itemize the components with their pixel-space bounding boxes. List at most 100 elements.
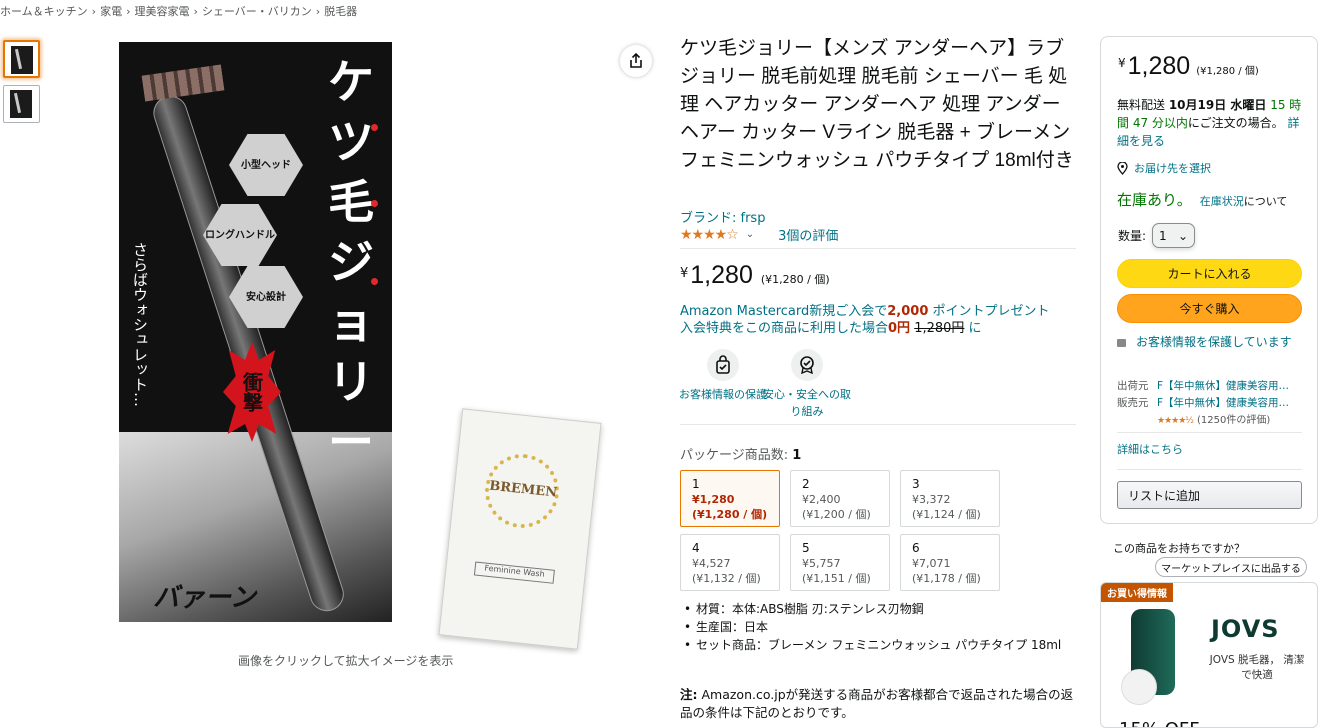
price-currency: ¥	[680, 266, 689, 281]
package-option[interactable]: 6 ¥7,071 (¥1,178 / 個)	[900, 534, 1000, 591]
chevron-down-icon[interactable]: ⌄	[746, 229, 754, 240]
feature-badge: 小型ヘッド	[229, 134, 303, 196]
product-image[interactable]: ケツ毛ジョリー 小型ヘッド ロングハンドル 安心設計 さらばウォシュレット… 衝…	[119, 42, 392, 622]
details-link[interactable]: 詳細はこちら	[1117, 441, 1183, 457]
return-note: 注: Amazon.co.jpが発送する商品がお客様都合で返品された場合の返品の…	[680, 686, 1080, 722]
feature-bullets: 材質：本体:ABS樹脂 刃:ステンレス刃物鋼 生産国：日本 セット商品：ブレーメ…	[682, 600, 1077, 654]
red-dot	[371, 124, 378, 131]
brand-link[interactable]: ブランド: frsp	[680, 207, 765, 226]
buybox-price: ¥ 1,280 (¥1,280 / 個)	[1118, 52, 1259, 81]
option-price: ¥5,757	[802, 557, 841, 570]
red-dot	[371, 200, 378, 207]
badge-check-icon	[791, 349, 823, 381]
option-count: 4	[692, 541, 700, 555]
breadcrumb-item[interactable]: シェーバー・バリカン	[202, 5, 312, 18]
ad-product-thumb	[1121, 669, 1157, 705]
package-option[interactable]: 3 ¥3,372 (¥1,124 / 個)	[900, 470, 1000, 527]
breadcrumb-separator: ›	[315, 5, 321, 18]
stock-link[interactable]: 在庫状況	[1200, 195, 1244, 208]
price-per-unit: (¥1,280 / 個)	[760, 273, 830, 286]
price-amount: 1,280	[690, 261, 753, 289]
breadcrumb-item[interactable]: 理美容家電	[134, 5, 189, 18]
rating-stars-icon[interactable]: ★★★★☆	[680, 227, 739, 243]
option-count: 5	[802, 541, 810, 555]
bullet-item: 生産国：日本	[682, 618, 1077, 636]
product-logo: バァーン	[153, 583, 256, 613]
promo-text: ポイントプレゼント	[928, 304, 1050, 319]
add-to-list-button[interactable]: リストに追加	[1117, 481, 1302, 509]
option-unit-price: (¥1,200 / 個)	[802, 508, 871, 521]
option-price: ¥4,527	[692, 557, 731, 570]
stock-suffix: について	[1243, 195, 1288, 208]
option-price: ¥3,372	[912, 493, 951, 506]
card-promo[interactable]: Amazon Mastercard新規ご入会で2,000 ポイントプレゼント 入…	[680, 303, 1050, 337]
package-option[interactable]: 5 ¥5,757 (¥1,151 / 個)	[790, 534, 890, 591]
secure-transaction[interactable]: お客様情報を保護しています	[1117, 333, 1297, 351]
quantity-label: 数量:	[1118, 229, 1147, 243]
breadcrumb-item[interactable]: 家電	[100, 5, 122, 18]
option-price: ¥2,400	[802, 493, 841, 506]
quantity-select[interactable]: 1 ⌄	[1152, 223, 1196, 248]
ad-discount: 15% OFF	[1119, 719, 1200, 727]
package-label-text: パッケージ商品数:	[680, 448, 793, 463]
option-count: 6	[912, 541, 920, 555]
seller-link[interactable]: F【年中無休】健康美容用…	[1157, 397, 1289, 409]
breadcrumb-item[interactable]: 脱毛器	[324, 5, 357, 18]
red-dot	[371, 278, 378, 285]
price: ¥ 1,280 (¥1,280 / 個)	[680, 261, 830, 290]
sachet-image[interactable]: BREMEN Feminine Wash	[438, 408, 602, 650]
share-icon	[630, 53, 642, 68]
trust-safety[interactable]: 安心・安全への取り組み	[762, 349, 852, 420]
delivery-date: 10月19日 水曜日	[1168, 98, 1267, 112]
promo-line-2: 入会特典をこの商品に利用した場合0円 1,280円 に	[680, 320, 1050, 337]
image-caption: 画像をクリックして拡大イメージを表示	[238, 654, 454, 668]
option-unit-price: (¥1,124 / 個)	[912, 508, 981, 521]
thumbnail-image	[10, 90, 32, 118]
product-title: ケツ毛ジョリー【メンズ アンダーヘア】ラブジョリー 脱毛前処理 脱毛前 シェーバ…	[680, 38, 1074, 171]
own-product-question: この商品をお持ちですか？	[1113, 542, 1245, 555]
breadcrumb: ホーム＆キッチン › 家電 › 理美容家電 › シェーバー・バリカン › 脱毛器	[0, 3, 357, 19]
trust-label: お客様情報の保護	[679, 388, 767, 401]
lock-icon	[1117, 339, 1126, 347]
secure-label: お客様情報を保護しています	[1136, 335, 1292, 349]
divider	[680, 248, 1076, 249]
promo-line-1: Amazon Mastercard新規ご入会で2,000 ポイントプレゼント	[680, 303, 1050, 320]
breadcrumb-separator: ›	[193, 5, 198, 18]
add-to-cart-button[interactable]: カートに入れる	[1117, 259, 1302, 288]
stock-text: 在庫あり。	[1117, 191, 1192, 209]
stock-status: 在庫あり。 在庫状況について	[1117, 189, 1287, 210]
sell-on-marketplace-button[interactable]: マーケットプレイスに出品する	[1155, 557, 1307, 577]
deal-ad[interactable]: お買い得情報 JOVS JOVS 脱毛器， 清潔で快適 15% OFF	[1100, 582, 1318, 728]
note-text: Amazon.co.jpが発送する商品がお客様都合で返品された場合の返品の条件は…	[680, 687, 1074, 720]
trust-privacy[interactable]: お客様情報の保護	[678, 349, 768, 403]
ad-brand-logo: JOVS	[1211, 615, 1280, 643]
promo-text: 入会特典をこの商品に利用した場合	[680, 321, 889, 336]
bullet-item: セット商品：ブレーメン フェミニンウォッシュ パウチタイプ 18ml	[682, 636, 1077, 654]
thumbnail-2[interactable]	[3, 85, 40, 123]
option-unit-price: (¥1,132 / 個)	[692, 572, 761, 585]
shipper-link[interactable]: F【年中無休】健康美容用…	[1157, 380, 1289, 392]
delivery-info: 無料配送 10月19日 水曜日 15 時間 47 分以内にご注文の場合。 詳細を…	[1117, 96, 1302, 150]
share-button[interactable]	[620, 45, 652, 77]
buy-now-button[interactable]: 今すぐ購入	[1117, 294, 1302, 323]
sachet-label: Feminine Wash	[473, 561, 555, 584]
seller-rating-count: (1250件の評価)	[1197, 415, 1271, 426]
shield-bag-icon	[707, 349, 739, 381]
quantity-value: 1	[1159, 228, 1167, 243]
package-count-label: パッケージ商品数: 1	[680, 444, 801, 463]
seller-info: 出荷元 F【年中無休】健康美容用… 販売元 F【年中無休】健康美容用… ★★★★½(…	[1117, 378, 1302, 430]
price-per-unit: (¥1,280 / 個)	[1196, 66, 1259, 77]
option-unit-price: (¥1,151 / 個)	[802, 572, 871, 585]
address-selector[interactable]: お届け先を選択	[1117, 160, 1211, 176]
package-option[interactable]: 4 ¥4,527 (¥1,132 / 個)	[680, 534, 780, 591]
delivery-text: にご注文の場合。	[1187, 116, 1284, 130]
package-option[interactable]: 1 ¥1,280 (¥1,280 / 個)	[680, 470, 780, 527]
option-price: ¥7,071	[912, 557, 951, 570]
location-pin-icon	[1117, 161, 1128, 175]
option-count: 2	[802, 477, 810, 491]
package-option[interactable]: 2 ¥2,400 (¥1,200 / 個)	[790, 470, 890, 527]
rating-count-link[interactable]: 3個の評価	[778, 225, 838, 244]
thumbnail-1[interactable]	[3, 40, 40, 78]
option-count: 1	[692, 477, 700, 491]
breadcrumb-item[interactable]: ホーム＆キッチン	[0, 5, 88, 18]
